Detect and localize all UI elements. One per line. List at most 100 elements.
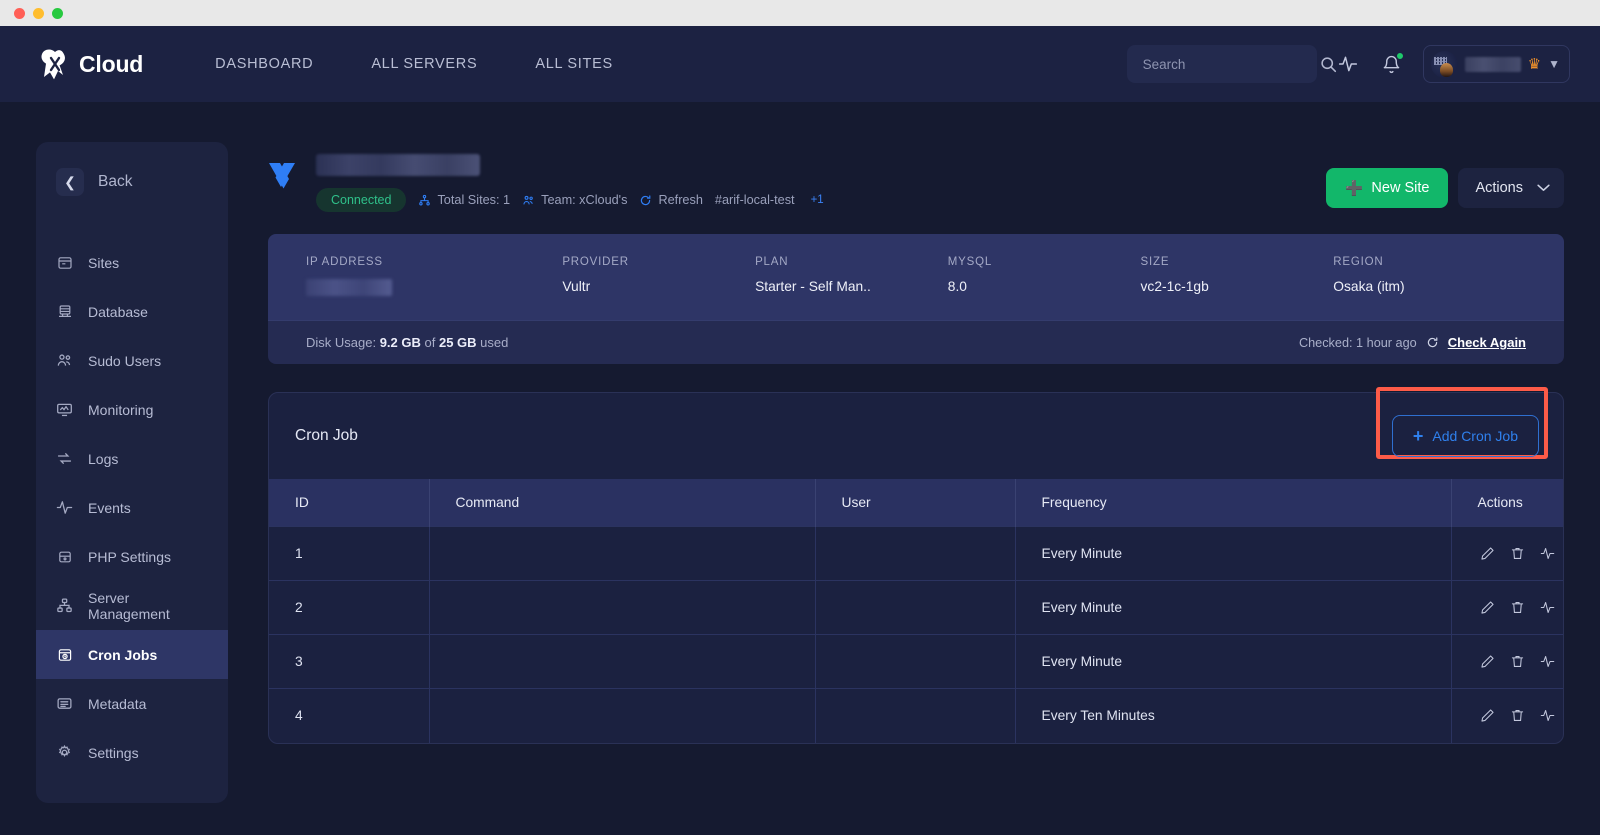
cell-frequency: Every Minute xyxy=(1015,581,1451,635)
user-menu[interactable]: ♛ ▼ xyxy=(1423,45,1570,83)
cell-user xyxy=(815,635,1015,689)
table-row[interactable]: 2 Every Minute xyxy=(269,581,1563,635)
server-header-actions: ➕ New Site Actions xyxy=(1326,154,1564,208)
table-header: ID Command User Frequency Actions xyxy=(269,479,1563,527)
monitoring-icon xyxy=(56,401,73,418)
activity-icon[interactable] xyxy=(1540,654,1556,670)
disk-total: 25 GB xyxy=(439,335,477,350)
minimize-window-button[interactable] xyxy=(33,8,44,19)
sidebar-item-logs[interactable]: Logs xyxy=(36,434,228,483)
table-row[interactable]: 4 Every Ten Minutes xyxy=(269,689,1563,743)
back-button[interactable]: ❮ Back xyxy=(36,164,228,200)
row-action-group xyxy=(1478,654,1564,670)
sidebar-item-database[interactable]: Database xyxy=(36,287,228,336)
page-body: ❮ Back Sites xyxy=(0,102,1600,803)
check-again-link[interactable]: Check Again xyxy=(1448,335,1526,350)
cell-user xyxy=(815,689,1015,743)
delete-trash-icon[interactable] xyxy=(1510,600,1526,616)
delete-trash-icon[interactable] xyxy=(1510,546,1526,562)
chevron-down-icon[interactable]: ▼ xyxy=(1548,57,1560,71)
column-header-frequency: Frequency xyxy=(1015,479,1451,527)
info-label: MYSQL xyxy=(948,256,1141,268)
new-site-button[interactable]: ➕ New Site xyxy=(1326,168,1448,208)
cell-id: 1 xyxy=(269,527,429,581)
metadata-icon xyxy=(56,695,73,712)
activity-icon[interactable] xyxy=(1540,708,1556,724)
xcloud-logo-icon xyxy=(38,48,72,80)
actions-label: Actions xyxy=(1475,180,1523,196)
table-row[interactable]: 1 Every Minute xyxy=(269,527,1563,581)
server-identity: Connected Total Sites: 1 xyxy=(316,154,824,212)
top-navigation-bar: Cloud DASHBOARD ALL SERVERS ALL SITES xyxy=(0,26,1600,102)
row-action-group xyxy=(1478,600,1564,616)
sidebar-item-php-settings[interactable]: PHP Settings xyxy=(36,532,228,581)
cell-actions xyxy=(1451,581,1563,635)
server-tag[interactable]: #arif-local-test xyxy=(715,193,795,207)
sidebar-item-monitoring[interactable]: Monitoring xyxy=(36,385,228,434)
edit-pencil-icon[interactable] xyxy=(1480,654,1496,670)
sidebar-item-settings[interactable]: Settings xyxy=(36,728,228,777)
actions-dropdown-button[interactable]: Actions xyxy=(1458,168,1564,208)
crown-icon: ♛ xyxy=(1528,57,1541,72)
cron-jobs-table: ID Command User Frequency Actions 1 E xyxy=(269,479,1563,743)
sidebar-item-metadata[interactable]: Metadata xyxy=(36,679,228,728)
sidebar-item-events[interactable]: Events xyxy=(36,483,228,532)
delete-trash-icon[interactable] xyxy=(1510,708,1526,724)
refresh-icon xyxy=(639,194,652,207)
edit-pencil-icon[interactable] xyxy=(1480,708,1496,724)
sidebar-item-label: Server Management xyxy=(88,590,208,622)
cell-command xyxy=(429,635,815,689)
nav-link-all-servers[interactable]: ALL SERVERS xyxy=(371,56,477,72)
bell-icon[interactable] xyxy=(1379,51,1405,77)
refresh-action[interactable]: Refresh xyxy=(639,193,702,207)
server-header: Connected Total Sites: 1 xyxy=(268,142,1564,212)
cell-id: 4 xyxy=(269,689,429,743)
activity-icon[interactable] xyxy=(1540,546,1556,562)
info-cell-size: SIZE vc2-1c-1gb xyxy=(1141,256,1334,296)
vultr-logo-icon xyxy=(268,158,302,202)
server-tag-more[interactable]: +1 xyxy=(811,194,824,206)
sidebar-item-sites[interactable]: Sites xyxy=(36,238,228,287)
activity-icon[interactable] xyxy=(1335,51,1361,77)
nav-link-dashboard[interactable]: DASHBOARD xyxy=(215,56,313,72)
row-action-group xyxy=(1478,546,1564,562)
sidebar-item-cron-jobs[interactable]: Cron Jobs xyxy=(36,630,228,679)
sidebar-item-label: Database xyxy=(88,304,148,320)
sidebar-item-label: PHP Settings xyxy=(88,549,171,565)
nav-link-all-sites[interactable]: ALL SITES xyxy=(535,56,613,72)
sidebar-item-server-management[interactable]: Server Management xyxy=(36,581,228,630)
edit-pencil-icon[interactable] xyxy=(1480,600,1496,616)
close-window-button[interactable] xyxy=(14,8,25,19)
cell-user xyxy=(815,581,1015,635)
search-input[interactable] xyxy=(1143,57,1320,72)
total-sites-text: Total Sites: 1 xyxy=(437,193,510,207)
info-value: Starter - Self Man.. xyxy=(755,279,948,294)
add-cron-job-label: Add Cron Job xyxy=(1432,428,1518,444)
info-value: vc2-1c-1gb xyxy=(1141,279,1334,294)
info-cell-ip-address: IP ADDRESS xyxy=(306,256,562,296)
maximize-window-button[interactable] xyxy=(52,8,63,19)
new-site-label: New Site xyxy=(1371,180,1429,196)
plus-icon: ➕ xyxy=(1345,180,1363,197)
sidebar-item-label: Settings xyxy=(88,745,139,761)
delete-trash-icon[interactable] xyxy=(1510,654,1526,670)
column-header-command: Command xyxy=(429,479,815,527)
table-row[interactable]: 3 Every Minute xyxy=(269,635,1563,689)
sidebar-item-label: Sudo Users xyxy=(88,353,161,369)
brand-logo[interactable]: Cloud xyxy=(38,48,143,80)
server-info-band: IP ADDRESS PROVIDER Vultr PLAN Starter -… xyxy=(268,234,1564,320)
activity-icon[interactable] xyxy=(1540,600,1556,616)
add-cron-wrapper: + Add Cron Job xyxy=(1392,415,1539,457)
cron-card-header: Cron Job + Add Cron Job xyxy=(269,393,1563,479)
total-sites-meta: Total Sites: 1 xyxy=(418,193,510,207)
cell-frequency: Every Minute xyxy=(1015,527,1451,581)
cell-frequency: Every Minute xyxy=(1015,635,1451,689)
info-cell-provider: PROVIDER Vultr xyxy=(562,256,755,296)
info-label: REGION xyxy=(1333,256,1526,268)
add-cron-job-button[interactable]: + Add Cron Job xyxy=(1392,415,1539,457)
search-box[interactable] xyxy=(1127,45,1317,83)
disk-usage-band: Disk Usage: 9.2 GB of 25 GB used Checked… xyxy=(268,320,1564,364)
edit-pencil-icon[interactable] xyxy=(1480,546,1496,562)
sudo-users-icon xyxy=(56,352,73,369)
sidebar-item-sudo-users[interactable]: Sudo Users xyxy=(36,336,228,385)
